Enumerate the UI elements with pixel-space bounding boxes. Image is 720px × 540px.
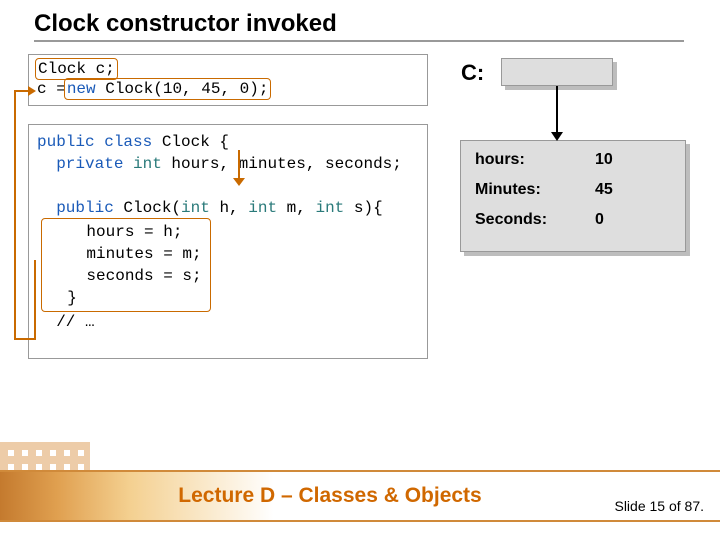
keyword: int <box>123 155 161 173</box>
footer-banner: Lecture D – Classes & Objects <box>0 470 720 522</box>
code-text: Clock(10, 45, 0); <box>96 80 269 98</box>
keyword: public <box>37 199 114 217</box>
arrow-segment <box>14 338 36 340</box>
keyword: int <box>181 199 210 217</box>
variable-c-box <box>501 58 613 86</box>
object-field-minutes: Minutes: 45 <box>475 181 671 199</box>
field-label: Minutes: <box>475 181 595 199</box>
arrow-head-icon <box>233 178 245 186</box>
arrow-reference <box>556 86 558 134</box>
code-text: s){ <box>344 199 382 217</box>
variable-c-label: C: <box>461 60 484 86</box>
code-text: minutes = m; <box>48 245 202 263</box>
field-label: Seconds: <box>475 211 595 229</box>
highlight-box: hours = h; minutes = m; seconds = s; } <box>41 218 211 312</box>
field-value: 10 <box>595 151 613 169</box>
keyword: int <box>248 199 277 217</box>
code-text: h, <box>210 199 248 217</box>
slide-title: Clock constructor invoked <box>34 10 684 42</box>
code-text: c = <box>37 80 66 98</box>
code-snippet-2: public class Clock { private int hours, … <box>28 124 428 359</box>
keyword: private <box>37 155 123 173</box>
arrow-head-icon <box>28 86 36 96</box>
code-text: Clock { <box>152 133 229 151</box>
arrow-head-icon <box>551 132 563 141</box>
slide-number: Slide 15 of 87. <box>614 498 704 514</box>
code-text: Clock( <box>114 199 181 217</box>
field-value: 0 <box>595 211 604 229</box>
code-text: } <box>48 289 77 307</box>
code-text: hours = h; <box>48 223 182 241</box>
highlight-box: Clock c; <box>35 58 118 80</box>
keyword: new <box>67 80 96 98</box>
code-text: seconds = s; <box>48 267 202 285</box>
footer-title: Lecture D – Classes & Objects <box>178 484 481 508</box>
code-text: m, <box>277 199 315 217</box>
arrow-invoke <box>238 150 240 180</box>
arrow-segment <box>14 90 16 340</box>
field-label: hours: <box>475 151 595 169</box>
keyword: class <box>95 133 153 151</box>
code-text: hours, minutes, seconds; <box>162 155 402 173</box>
field-value: 45 <box>595 181 613 199</box>
keyword: public <box>37 133 95 151</box>
object-field-hours: hours: 10 <box>475 151 671 169</box>
arrow-segment <box>34 260 36 340</box>
code-snippet-1: Clock c; c = new Clock(10, 45, 0); <box>28 54 428 106</box>
object-field-seconds: Seconds: 0 <box>475 211 671 229</box>
object-box: hours: 10 Minutes: 45 Seconds: 0 <box>460 140 686 252</box>
keyword: int <box>315 199 344 217</box>
code-text: // … <box>37 313 95 331</box>
highlight-box: new Clock(10, 45, 0); <box>64 78 272 100</box>
